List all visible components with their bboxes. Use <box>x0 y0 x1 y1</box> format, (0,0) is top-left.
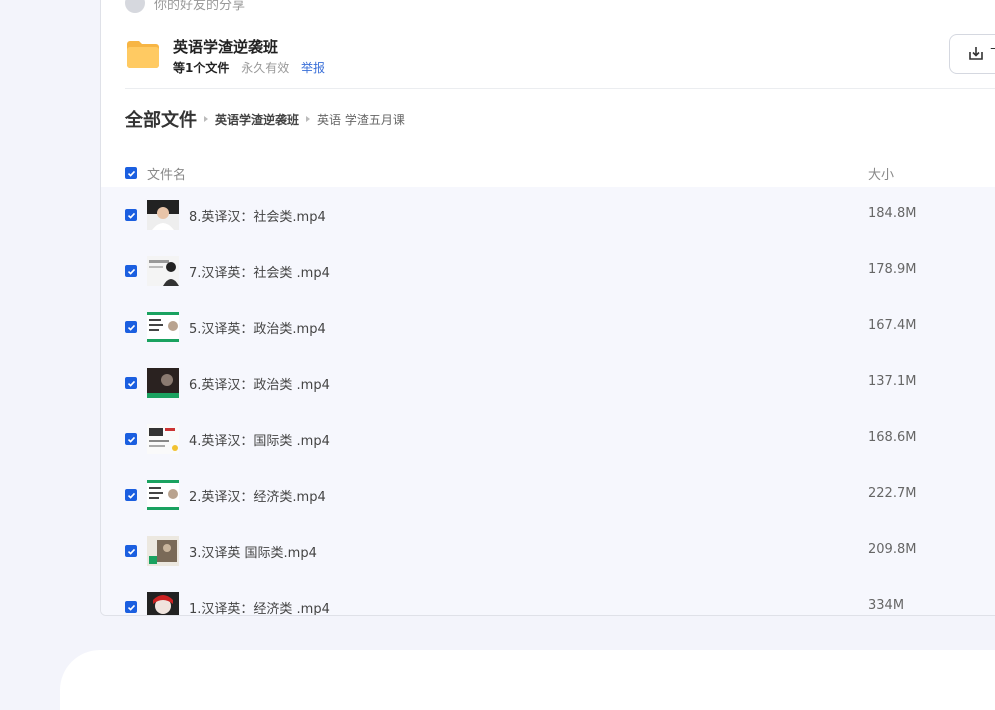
video-thumbnail-icon <box>147 536 179 566</box>
table-header: 文件名 大小 <box>101 159 995 187</box>
breadcrumb-root[interactable]: 全部文件 <box>125 106 197 132</box>
checkmark-icon <box>127 548 135 555</box>
validity-text: 永久有效 <box>241 61 290 75</box>
breadcrumb-level2: 英语 学渣五月课 <box>317 112 405 127</box>
checkmark-icon <box>127 604 135 611</box>
column-header-size[interactable]: 大小 <box>868 164 894 183</box>
avatar <box>125 0 145 13</box>
video-thumbnail-icon <box>147 480 179 510</box>
row-checkbox[interactable] <box>125 265 137 277</box>
row-checkbox[interactable] <box>125 545 137 557</box>
file-name[interactable]: 2.英译汉：经济类.mp4 <box>189 486 326 505</box>
table-row[interactable]: 7.汉译英：社会类 .mp4 178.9M <box>101 243 995 299</box>
breadcrumb: 全部文件 英语学渣逆袭班 英语 学渣五月课 <box>125 106 405 132</box>
table-row[interactable]: 4.英译汉：国际类 .mp4 168.6M <box>101 411 995 467</box>
table-row[interactable]: 3.汉译英 国际类.mp4 209.8M <box>101 523 995 579</box>
share-meta: 等1个文件 永久有效 举报 <box>173 59 325 76</box>
file-size: 209.8M <box>868 542 917 557</box>
row-checkbox[interactable] <box>125 433 137 445</box>
divider <box>125 88 995 89</box>
row-checkbox[interactable] <box>125 321 137 333</box>
file-list: 8.英译汉：社会类.mp4 184.8M 7.汉译英：社会类 .mp4 178.… <box>101 187 995 615</box>
checkmark-icon <box>127 380 135 387</box>
file-size: 184.8M <box>868 206 917 221</box>
table-row[interactable]: 6.英译汉：政治类 .mp4 137.1M <box>101 355 995 411</box>
row-checkbox[interactable] <box>125 209 137 221</box>
report-link[interactable]: 举报 <box>301 61 325 75</box>
download-button[interactable]: 下 <box>949 34 995 74</box>
video-thumbnail-icon <box>147 592 179 615</box>
breadcrumb-level1[interactable]: 英语学渣逆袭班 <box>215 111 299 128</box>
video-thumbnail-icon <box>147 200 179 230</box>
video-thumbnail-icon <box>147 368 179 398</box>
file-size: 334M <box>868 598 905 613</box>
file-name[interactable]: 1.汉译英：经济类 .mp4 <box>189 598 330 615</box>
table-row[interactable]: 2.英译汉：经济类.mp4 222.7M <box>101 467 995 523</box>
bottom-panel <box>60 650 995 710</box>
table-row[interactable]: 5.汉译英：政治类.mp4 167.4M <box>101 299 995 355</box>
download-label: 下 <box>990 44 995 64</box>
checkmark-icon <box>127 212 135 219</box>
video-thumbnail-icon <box>147 256 179 286</box>
row-checkbox[interactable] <box>125 601 137 613</box>
checkmark-icon <box>127 436 135 443</box>
breadcrumb-separator-icon <box>306 116 311 122</box>
sharer-text: 你的好友的分享 <box>154 0 246 13</box>
sharer-line: 你的好友的分享 <box>125 0 246 13</box>
video-thumbnail-icon <box>147 424 179 454</box>
file-size: 168.6M <box>868 430 917 445</box>
column-header-name[interactable]: 文件名 <box>147 164 186 183</box>
file-size: 222.7M <box>868 486 917 501</box>
file-size: 178.9M <box>868 262 917 277</box>
row-checkbox[interactable] <box>125 489 137 501</box>
file-name[interactable]: 4.英译汉：国际类 .mp4 <box>189 430 330 449</box>
table-row[interactable]: 1.汉译英：经济类 .mp4 334M <box>101 579 995 615</box>
file-size: 167.4M <box>868 318 917 333</box>
file-size: 137.1M <box>868 374 917 389</box>
file-name[interactable]: 5.汉译英：政治类.mp4 <box>189 318 326 337</box>
share-folder-name: 英语学渣逆袭班 <box>173 38 279 56</box>
checkmark-icon <box>127 268 135 275</box>
share-card: 你的好友的分享 英语学渣逆袭班 等1个文件 永久有效 举报 下 全部文件 英语学… <box>100 0 995 616</box>
checkmark-icon <box>127 170 135 177</box>
table-row[interactable]: 8.英译汉：社会类.mp4 184.8M <box>101 187 995 243</box>
checkmark-icon <box>127 324 135 331</box>
download-icon <box>969 47 983 60</box>
file-name[interactable]: 6.英译汉：政治类 .mp4 <box>189 374 330 393</box>
folder-icon <box>127 41 159 68</box>
video-thumbnail-icon <box>147 312 179 342</box>
file-name[interactable]: 7.汉译英：社会类 .mp4 <box>189 262 330 281</box>
select-all-checkbox[interactable] <box>125 167 137 179</box>
breadcrumb-separator-icon <box>204 116 208 122</box>
file-count: 等1个文件 <box>173 61 230 75</box>
checkmark-icon <box>127 492 135 499</box>
file-name[interactable]: 3.汉译英 国际类.mp4 <box>189 542 317 561</box>
row-checkbox[interactable] <box>125 377 137 389</box>
file-name[interactable]: 8.英译汉：社会类.mp4 <box>189 206 326 225</box>
